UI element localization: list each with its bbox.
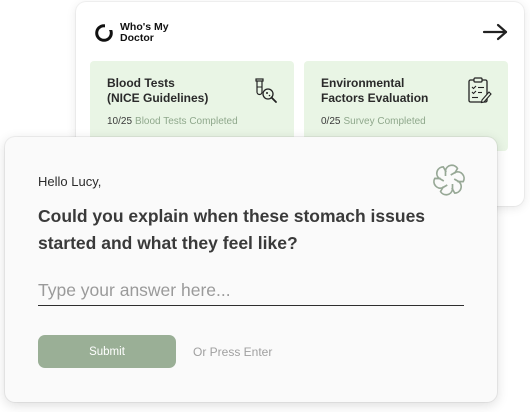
progress-text: 10/25 Blood Tests Completed xyxy=(107,116,238,127)
progress-status: Blood Tests Completed xyxy=(135,116,238,127)
chat-card: Hello Lucy, Could you explain when these… xyxy=(5,137,497,402)
brand-name: Who's My Doctor xyxy=(120,21,169,44)
openai-logo-icon xyxy=(433,164,465,196)
progress-count: 0/25 xyxy=(321,116,341,127)
card-title: Environmental Factors Evaluation xyxy=(321,76,429,105)
arrow-right-icon xyxy=(482,23,508,41)
submit-button[interactable]: Submit xyxy=(38,335,176,368)
answer-input[interactable] xyxy=(38,275,464,306)
test-tube-magnifier-icon xyxy=(255,78,277,103)
card-title: Blood Tests (NICE Guidelines) xyxy=(107,76,209,105)
ring-logo-icon xyxy=(95,23,114,42)
greeting: Hello Lucy, xyxy=(38,174,102,189)
question-text: Could you explain when these stomach iss… xyxy=(38,206,426,253)
progress-count: 10/25 xyxy=(107,116,133,127)
progress-text: 0/25 Survey Completed xyxy=(321,116,426,127)
next-button[interactable] xyxy=(482,22,510,42)
clipboard-checklist-icon xyxy=(468,77,492,104)
progress-status: Survey Completed xyxy=(343,116,426,127)
brand: Who's My Doctor xyxy=(94,22,180,44)
press-enter-hint: Or Press Enter xyxy=(193,345,273,359)
